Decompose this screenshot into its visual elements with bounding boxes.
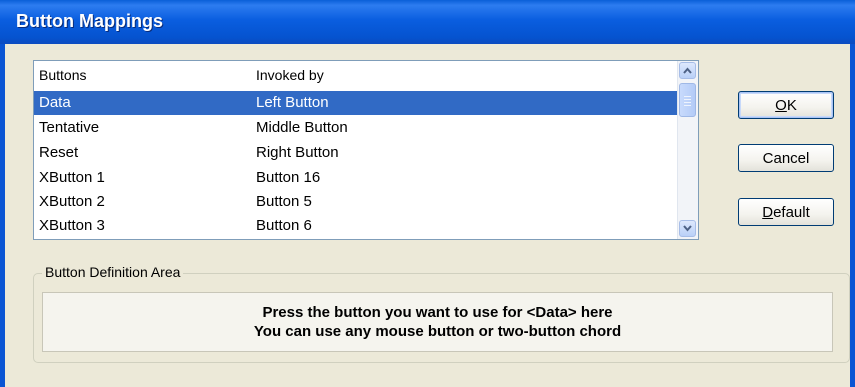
invoked-by: Middle Button: [256, 119, 348, 136]
list-item[interactable]: XButton 3 Button 6: [34, 214, 679, 238]
ok-button[interactable]: OK: [738, 91, 834, 119]
invoked-by: Button 5: [256, 193, 312, 210]
invoked-by: Right Button: [256, 144, 339, 161]
window-frame-left: [0, 44, 5, 387]
instruction-line-1: Press the button you want to use for <Da…: [262, 304, 613, 321]
scroll-up-button[interactable]: [679, 62, 696, 79]
invoked-by: Button 6: [256, 217, 312, 234]
list-item[interactable]: Data Left Button: [34, 91, 679, 115]
instruction-line-2: You can use any mouse button or two-butt…: [253, 323, 622, 340]
invoked-by: Button 16: [256, 169, 321, 186]
button-mappings-dialog: Button Mappings Buttons Invoked by Data …: [0, 0, 855, 387]
list-item[interactable]: XButton 1 Button 16: [34, 166, 679, 190]
column-header-invoked-by[interactable]: Invoked by: [256, 67, 324, 83]
window-title: Button Mappings: [16, 11, 163, 31]
button-name: Data: [39, 94, 71, 111]
chevron-up-icon: [683, 67, 692, 74]
list-header: Buttons Invoked by: [34, 61, 679, 89]
scroll-down-button[interactable]: [679, 220, 696, 237]
default-label: efault: [773, 204, 810, 221]
window-frame-right: [850, 44, 855, 387]
button-name: Tentative: [39, 119, 100, 136]
button-name: XButton 1: [39, 169, 105, 186]
button-definition-group: Button Definition Area Press the button …: [33, 264, 850, 363]
column-header-buttons[interactable]: Buttons: [39, 67, 86, 83]
button-name: Reset: [39, 144, 79, 161]
group-label: Button Definition Area: [42, 264, 184, 280]
ok-mnemonic: O: [775, 97, 787, 114]
default-button[interactable]: Default: [738, 198, 834, 226]
cancel-button[interactable]: Cancel: [738, 144, 834, 172]
scroll-thumb[interactable]: [679, 83, 696, 117]
list-item[interactable]: Tentative Middle Button: [34, 116, 679, 140]
button-name: XButton 2: [39, 193, 105, 210]
list-item[interactable]: XButton 2 Button 5: [34, 190, 679, 214]
button-definition-area[interactable]: Press the button you want to use for <Da…: [42, 292, 833, 352]
ok-label: K: [786, 97, 797, 114]
list-scrollbar[interactable]: [677, 61, 698, 239]
button-mappings-list[interactable]: Buttons Invoked by Data Left Button Tent…: [33, 60, 699, 240]
button-name: XButton 3: [39, 217, 105, 234]
list-item[interactable]: Reset Right Button: [34, 141, 679, 165]
invoked-by: Left Button: [256, 94, 329, 111]
title-bar[interactable]: Button Mappings: [0, 0, 855, 44]
chevron-down-icon: [683, 225, 692, 232]
default-mnemonic: D: [762, 204, 774, 221]
